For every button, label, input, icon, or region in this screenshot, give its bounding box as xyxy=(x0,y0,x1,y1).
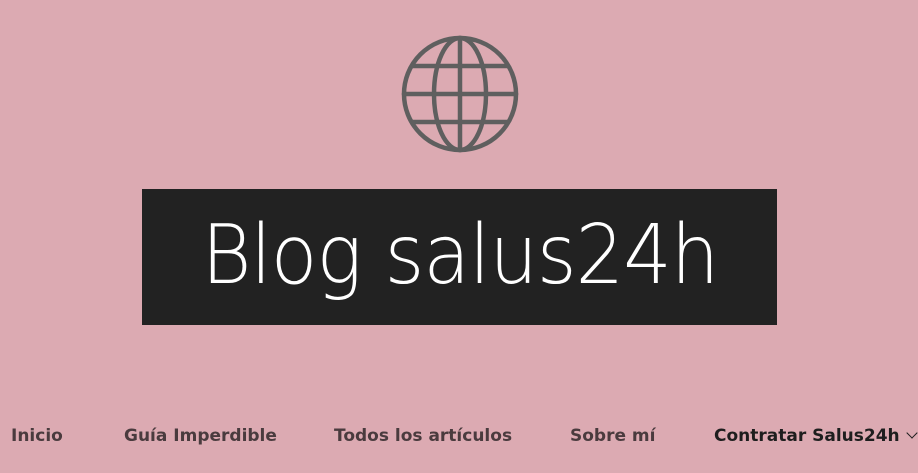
nav-item-contratar-salus24h[interactable]: Contratar Salus24h xyxy=(714,426,918,446)
site-header: Blog salus24h Inicio Guía Imperdible Tod… xyxy=(0,0,918,473)
site-title-link[interactable]: Blog salus24h xyxy=(201,215,719,297)
nav-item-sobre-mi[interactable]: Sobre mí xyxy=(570,426,655,446)
main-navigation: Inicio Guía Imperdible Todos los artícul… xyxy=(0,420,918,454)
nav-item-label: Contratar Salus24h xyxy=(714,426,900,446)
chevron-down-icon[interactable] xyxy=(906,427,918,439)
nav-item-todos-los-articulos[interactable]: Todos los artículos xyxy=(334,426,512,446)
site-title-box: Blog salus24h xyxy=(142,189,777,325)
nav-item-guia-imperdible[interactable]: Guía Imperdible xyxy=(124,426,277,446)
nav-item-inicio[interactable]: Inicio xyxy=(11,426,63,446)
globe-icon[interactable] xyxy=(400,34,520,154)
